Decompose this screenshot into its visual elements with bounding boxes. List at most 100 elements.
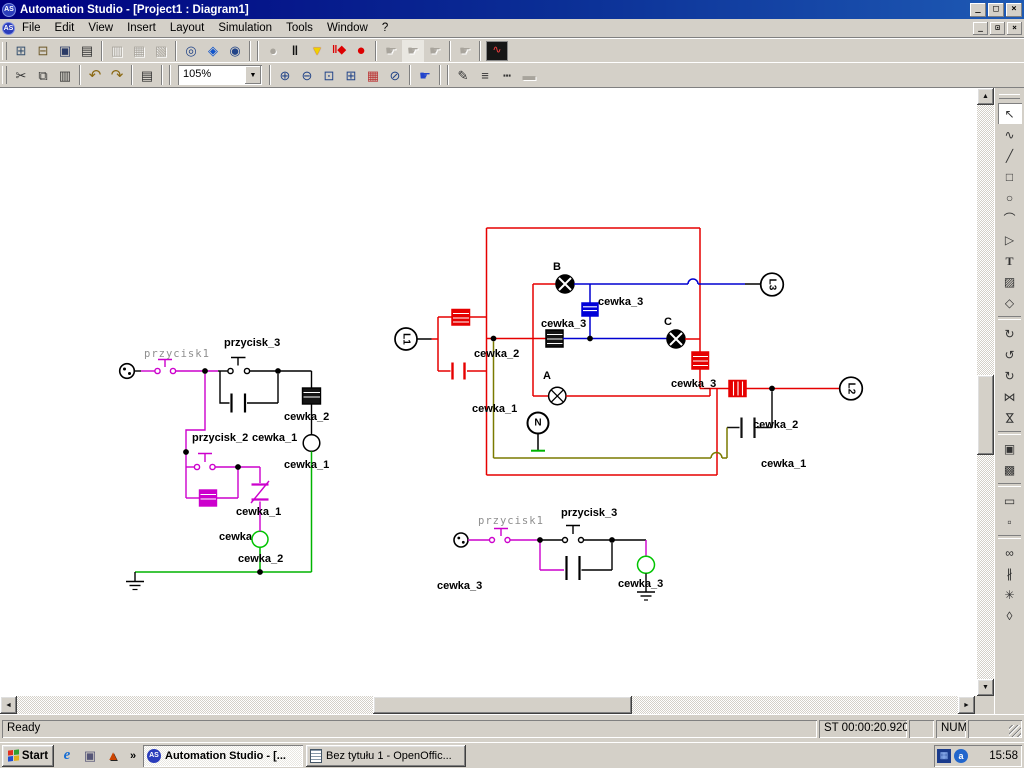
text-tool-icon[interactable]: T (998, 250, 1022, 271)
distribute-tool-icon[interactable]: ✳ (998, 584, 1022, 605)
pan-icon[interactable]: ☛ (414, 64, 436, 86)
minimize-button[interactable]: _ (970, 3, 986, 17)
component-label[interactable]: cewka_2 (238, 553, 283, 565)
task-automation-studio[interactable]: AS Automation Studio - [... (143, 745, 303, 767)
matlab-icon[interactable]: ▲ (103, 746, 123, 766)
terminal-l3[interactable]: L3 (761, 273, 784, 296)
ellipse-tool-icon[interactable]: ○ (998, 187, 1022, 208)
circuit-bottom[interactable]: przycisk1 przycisk_3 cewka_3 cewka_3 (437, 507, 663, 600)
zoom-value[interactable]: 105% (178, 65, 244, 85)
power-source-symbol[interactable] (120, 364, 141, 379)
rotate-left-tool-icon[interactable]: ↺ (998, 344, 1022, 365)
disconnect-tool-icon[interactable]: ∦ (998, 563, 1022, 584)
properties-icon[interactable]: ▤ (136, 64, 158, 86)
toolbar-grip[interactable] (2, 66, 7, 84)
zoom-in-icon[interactable]: ⊕ (274, 64, 296, 86)
ground-symbol[interactable] (126, 572, 144, 590)
select-tool-icon[interactable]: ↖ (998, 103, 1022, 124)
sim-hand-1-icon[interactable]: ☛ (380, 40, 402, 62)
project-explorer-icon[interactable]: ▦ (128, 40, 150, 62)
component-label[interactable]: cewka_3 (437, 580, 482, 592)
polygon-tool-icon[interactable]: ▷ (998, 229, 1022, 250)
component-label[interactable]: przycisk_3 (224, 337, 280, 349)
component-label[interactable]: cewka_1 (761, 458, 806, 470)
component-label[interactable]: cewka_1 (472, 403, 517, 415)
red-frame-wires[interactable] (487, 228, 718, 475)
coil-cewka3-blue-branch[interactable] (582, 284, 598, 339)
lamp-cewka1[interactable] (303, 435, 320, 452)
simulation-pause-icon[interactable]: ‖ (284, 40, 306, 62)
component-label[interactable]: A (543, 370, 551, 382)
print-icon[interactable]: ▤ (76, 40, 98, 62)
sim-hand-3-icon[interactable]: ☛ (424, 40, 446, 62)
arc-tool-icon[interactable]: ⌒ (998, 208, 1022, 229)
group-tool-icon[interactable]: ▭ (998, 490, 1022, 511)
component-label[interactable]: cewka_2 (474, 348, 519, 360)
component-label[interactable]: cewka_3 (618, 578, 663, 590)
quick-launch-overflow-icon[interactable]: » (126, 746, 140, 766)
zoom-custom-icon[interactable]: ⊘ (384, 64, 406, 86)
scroll-down-icon[interactable]: ▼ (977, 679, 994, 696)
open-project-icon[interactable]: ⊟ (32, 40, 54, 62)
simulation-stop-icon[interactable]: ● (350, 40, 372, 62)
rectangle-tool-icon[interactable]: □ (998, 166, 1022, 187)
line-color-icon[interactable]: ▬ (518, 64, 540, 86)
app-icon[interactable]: AS (2, 3, 16, 17)
mdi-restore-button[interactable]: ⊡ (990, 22, 1005, 35)
simulation-step-icon[interactable]: ‖◆ (328, 40, 350, 62)
component-label[interactable]: B (553, 261, 561, 273)
horizontal-scrollbar[interactable]: ◄ ► (0, 696, 975, 714)
tray-display-icon[interactable]: ▦ (937, 749, 951, 763)
component-label[interactable]: przycisk1 (478, 515, 544, 527)
mdi-minimize-button[interactable]: _ (973, 22, 988, 35)
tray-agent-icon[interactable]: a (954, 749, 968, 763)
flip-horizontal-tool-icon[interactable]: ⋈ (998, 386, 1022, 407)
circuit-right[interactable]: L1 (395, 228, 862, 475)
menu-view[interactable]: View (81, 20, 120, 36)
menu-edit[interactable]: Edit (48, 20, 82, 36)
taskbar-clock[interactable]: 15:58 (971, 750, 1018, 762)
zoom-dropdown-icon[interactable]: ▼ (245, 66, 261, 84)
zoom-grid-icon[interactable]: ▦ (362, 64, 384, 86)
sim-hand-window-icon[interactable]: ☛ (454, 40, 476, 62)
coil-cewka2-black[interactable] (303, 371, 321, 435)
power-source-symbol[interactable] (454, 533, 468, 547)
coil-cewka3-red-horizontal[interactable] (729, 381, 746, 397)
component-label[interactable]: cewka_1 (236, 506, 281, 518)
toolbar-grip[interactable] (2, 42, 7, 60)
simulation-normal-icon[interactable]: ● (262, 40, 284, 62)
component-label[interactable]: cewka_3 (598, 296, 643, 308)
line-style-icon[interactable]: ┅ (496, 64, 518, 86)
diagram-canvas[interactable]: cewka_2 (0, 88, 977, 696)
terminal-l2[interactable]: L2 (840, 377, 863, 400)
zoom-out-icon[interactable]: ⊖ (296, 64, 318, 86)
start-button[interactable]: Start (2, 745, 54, 767)
vertex-tool-icon[interactable]: ◇ (998, 292, 1022, 313)
draw-line-icon[interactable]: ✎ (452, 64, 474, 86)
contact-branch[interactable] (540, 540, 612, 580)
vertical-scrollbar[interactable]: ▲ ▼ (977, 88, 994, 696)
report-icon[interactable]: ▧ (150, 40, 172, 62)
links-tool-icon[interactable]: ∿ (998, 124, 1022, 145)
line-thickness-icon[interactable]: ≡ (474, 64, 496, 86)
plotter-icon[interactable]: ∿ (486, 41, 508, 61)
find-component-icon[interactable]: ◉ (224, 40, 246, 62)
paste-icon[interactable]: ▥ (54, 64, 76, 86)
ground-symbol[interactable] (637, 592, 655, 600)
zoom-combobox[interactable]: 105% ▼ (178, 65, 262, 85)
find-icon[interactable]: ◎ (180, 40, 202, 62)
component-label[interactable]: cewka_3 (541, 318, 586, 330)
pushbutton-przycisk3[interactable] (540, 526, 646, 543)
internet-explorer-icon[interactable]: e (57, 746, 77, 766)
wire-to-l3[interactable] (574, 279, 745, 284)
menu-simulation[interactable]: Simulation (211, 20, 279, 36)
sim-hand-2-icon[interactable]: ☛ (402, 40, 424, 62)
component-label[interactable]: C (664, 316, 672, 328)
component-label[interactable]: cewka_2 (284, 411, 329, 423)
component-label[interactable]: cewka_2 (753, 419, 798, 431)
connect-tool-icon[interactable]: ∞ (998, 542, 1022, 563)
contact-branch[interactable] (220, 371, 278, 413)
menu-help[interactable]: ? (375, 20, 395, 36)
menu-layout[interactable]: Layout (163, 20, 212, 36)
image-tool-icon[interactable]: ▨ (998, 271, 1022, 292)
